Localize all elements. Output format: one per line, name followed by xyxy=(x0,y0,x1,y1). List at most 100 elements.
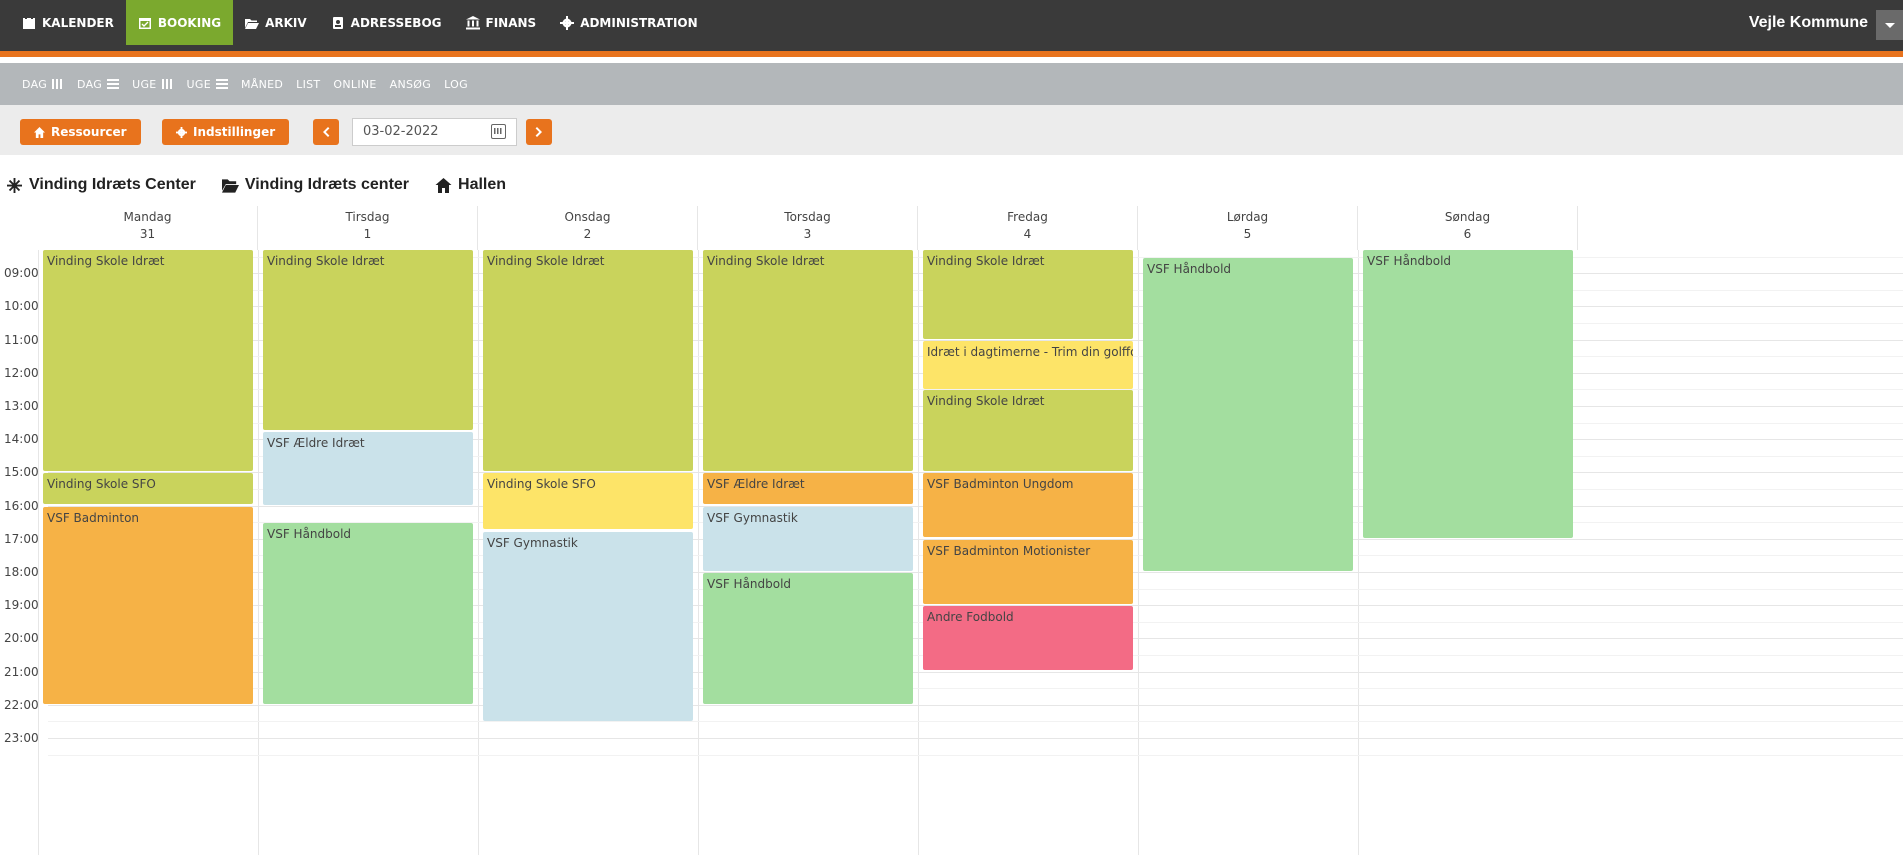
time-label: 21:00 xyxy=(4,665,39,679)
half-hour-line xyxy=(48,755,1903,756)
previous-week-button[interactable] xyxy=(313,119,339,145)
nav-finans[interactable]: FINANS xyxy=(454,0,549,45)
booking-event[interactable]: Vinding Skole Idræt xyxy=(703,250,913,471)
chevron-left-icon xyxy=(323,127,330,137)
address-book-icon xyxy=(332,16,343,29)
nav-adressebog-label: ADRESSEBOG xyxy=(350,15,442,30)
view-week-columns[interactable]: UGE xyxy=(132,77,174,91)
day-header: Torsdag 3 xyxy=(698,206,918,250)
time-label: 14:00 xyxy=(4,432,39,446)
booking-event[interactable]: VSF Gymnastik xyxy=(483,532,693,721)
home-icon xyxy=(435,177,452,193)
calendar-icon xyxy=(23,15,35,29)
view-day-rows[interactable]: DAG xyxy=(77,77,120,91)
calendar-grid: 08:0009:0010:0011:0012:0013:0014:0015:00… xyxy=(0,250,1903,855)
nav-arkiv[interactable]: ARKIV xyxy=(233,0,319,45)
half-hour-line xyxy=(48,721,1903,722)
nav-kalender-label: KALENDER xyxy=(42,15,114,30)
view-month-label: MÅNED xyxy=(240,77,284,91)
booking-event[interactable]: Vinding Skole SFO xyxy=(43,473,253,504)
booking-event[interactable]: Vinding Skole Idræt xyxy=(483,250,693,471)
calendar-icon[interactable] xyxy=(491,124,506,139)
booking-event[interactable]: VSF Håndbold xyxy=(263,523,473,704)
next-week-button[interactable] xyxy=(526,119,552,145)
view-apply-label: ANSØG xyxy=(389,77,432,91)
view-day-columns[interactable]: DAG xyxy=(22,77,65,91)
booking-event[interactable]: VSF Håndbold xyxy=(703,573,913,704)
day-name: Onsdag xyxy=(564,210,611,224)
settings-button[interactable]: Indstillinger xyxy=(162,119,290,145)
booking-event[interactable]: VSF Badminton Motionister xyxy=(923,540,1133,604)
week-calendar: Mandag 31 Tirsdag 1 Onsdag 2 Torsdag 3 Fredag 4 Lø… xyxy=(0,206,1903,855)
settings-button-label: Indstillinger xyxy=(193,125,276,139)
day-date: 3 xyxy=(803,227,812,241)
view-online[interactable]: ONLINE xyxy=(333,78,376,91)
folder-open-icon xyxy=(221,178,239,193)
day-header: Onsdag 2 xyxy=(478,206,698,250)
booking-event[interactable]: Vinding Skole Idræt xyxy=(43,250,253,471)
resources-button[interactable]: Ressourcer xyxy=(20,119,141,145)
rows-icon xyxy=(107,79,120,89)
booking-event[interactable]: Andre Fodbold xyxy=(923,606,1133,670)
hour-line xyxy=(48,738,1903,739)
time-label: 13:00 xyxy=(4,399,39,413)
resources-button-label: Ressourcer xyxy=(51,125,127,139)
gear-icon xyxy=(560,15,575,30)
breadcrumb: Vinding Idræts Center Vinding Idræts cen… xyxy=(6,174,506,196)
view-day-columns-label: DAG xyxy=(22,77,48,91)
breadcrumb-hall[interactable]: Hallen xyxy=(435,176,506,194)
top-navigation-bar: KALENDER BOOKING ARKIV ADRESSEBOG FINANS… xyxy=(0,0,1903,57)
day-header: Mandag 31 xyxy=(38,206,258,250)
time-label: 17:00 xyxy=(4,532,39,546)
home-icon xyxy=(34,126,45,138)
day-header: Søndag 6 xyxy=(1358,206,1578,250)
day-name: Søndag xyxy=(1444,210,1491,224)
booking-event[interactable]: VSF Ældre Idræt xyxy=(263,432,473,505)
view-log-label: LOG xyxy=(444,77,468,91)
day-header: Tirsdag 1 xyxy=(258,206,478,250)
day-header: Lørdag 5 xyxy=(1138,206,1358,250)
time-label: 09:00 xyxy=(4,266,39,280)
booking-event[interactable]: VSF Håndbold xyxy=(1363,250,1573,538)
nav-booking[interactable]: BOOKING xyxy=(125,0,234,45)
view-apply[interactable]: ANSØG xyxy=(390,78,431,91)
booking-event[interactable]: VSF Gymnastik xyxy=(703,507,913,571)
breadcrumb-hall-label: Hallen xyxy=(458,176,507,193)
organization-dropdown-toggle[interactable] xyxy=(1876,10,1903,40)
view-day-rows-label: DAG xyxy=(77,77,103,91)
view-menu: DAG DAG UGE UGE MÅNED LIST ONLINE ANSØG … xyxy=(0,63,1903,105)
booking-event[interactable]: Idræt i dagtimerne - Trim din golfform xyxy=(923,341,1133,389)
nav-adressebog[interactable]: ADRESSEBOG xyxy=(319,0,454,45)
nav-administration[interactable]: ADMINISTRATION xyxy=(548,0,709,45)
folder-icon xyxy=(245,18,260,29)
nav-administration-label: ADMINISTRATION xyxy=(580,15,698,30)
time-label: 23:00 xyxy=(4,731,39,745)
booking-event[interactable]: Vinding Skole Idræt xyxy=(923,390,1133,471)
breadcrumb-center[interactable]: Vinding Idræts Center xyxy=(6,176,196,194)
columns-icon xyxy=(52,79,65,89)
booking-event[interactable]: VSF Badminton Ungdom xyxy=(923,473,1133,537)
day-date: 4 xyxy=(1023,227,1032,241)
booking-event[interactable]: VSF Badminton xyxy=(43,507,253,704)
booking-event[interactable]: VSF Håndbold xyxy=(1143,258,1353,571)
booking-event[interactable]: Vinding Skole SFO xyxy=(483,473,693,529)
view-online-label: ONLINE xyxy=(333,77,377,91)
view-list[interactable]: LIST xyxy=(296,78,320,91)
view-month[interactable]: MÅNED xyxy=(241,78,283,91)
booking-event[interactable]: Vinding Skole Idræt xyxy=(263,250,473,430)
day-name: Mandag xyxy=(123,210,172,224)
nav-kalender[interactable]: KALENDER xyxy=(10,0,126,45)
booking-event[interactable]: VSF Ældre Idræt xyxy=(703,473,913,504)
booking-event[interactable]: Vinding Skole Idræt xyxy=(923,250,1133,339)
time-label: 11:00 xyxy=(4,333,39,347)
view-week-columns-label: UGE xyxy=(132,77,157,91)
breadcrumb-center-label: Vinding Idræts Center xyxy=(29,176,196,193)
organization-name[interactable]: Vejle Kommune xyxy=(1749,10,1868,36)
chevron-right-icon xyxy=(535,127,542,137)
calendar-check-icon xyxy=(138,17,151,29)
view-list-label: LIST xyxy=(296,77,321,91)
hour-line xyxy=(48,705,1903,706)
view-week-rows[interactable]: UGE xyxy=(187,78,228,91)
breadcrumb-folder[interactable]: Vinding Idræts center xyxy=(221,176,409,194)
view-log[interactable]: LOG xyxy=(444,78,468,91)
